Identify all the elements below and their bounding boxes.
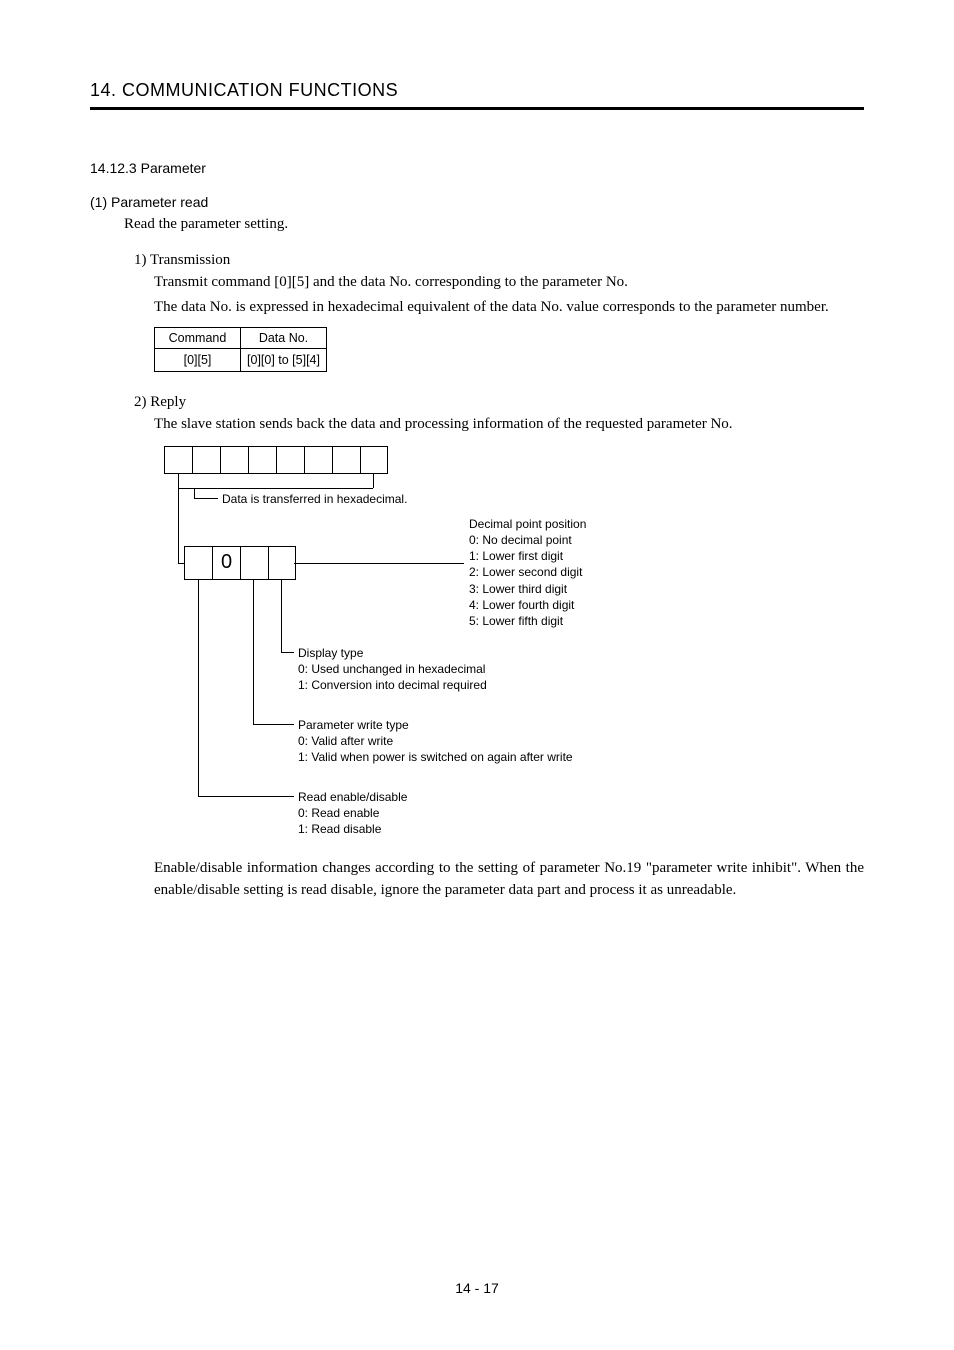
transmission-p1: Transmit command [0][5] and the data No.… — [154, 272, 864, 294]
page-footer: 14 - 17 — [0, 1280, 954, 1296]
intro-text: Read the parameter setting. — [124, 214, 864, 236]
display-title: Display type — [298, 646, 363, 660]
red-block: Read enable/disable 0: Read enable 1: Re… — [298, 789, 407, 838]
table-header-command: Command — [155, 328, 241, 349]
pwt-l1: 1: Valid when power is switched on again… — [298, 750, 573, 764]
transmission-p2: The data No. is expressed in hexadecimal… — [154, 297, 864, 319]
dpp-l3: 3: Lower third digit — [469, 582, 567, 596]
display-l0: 0: Used unchanged in hexadecimal — [298, 662, 485, 676]
data-transfer-label: Data is transferred in hexadecimal. — [222, 491, 407, 507]
diagram-cell — [276, 446, 304, 474]
closing-paragraph: Enable/disable information changes accor… — [154, 858, 864, 902]
diagram-cell — [192, 446, 220, 474]
red-l1: 1: Read disable — [298, 822, 381, 836]
dpp-l0: 0: No decimal point — [469, 533, 572, 547]
dpp-l1: 1: Lower first digit — [469, 549, 563, 563]
diagram-cell — [220, 446, 248, 474]
command-table: Command Data No. [0][5] [0][0] to [5][4] — [154, 327, 327, 372]
diagram-cell — [248, 446, 276, 474]
chapter-title: 14. COMMUNICATION FUNCTIONS — [90, 80, 864, 110]
reply-p1: The slave station sends back the data an… — [154, 414, 864, 436]
display-l1: 1: Conversion into decimal required — [298, 678, 487, 692]
section-heading: 14.12.3 Parameter — [90, 160, 864, 176]
dpp-l2: 2: Lower second digit — [469, 565, 582, 579]
table-header-datano: Data No. — [241, 328, 327, 349]
reply-diagram: Data is transferred in hexadecimal. 0 De… — [154, 446, 864, 836]
table-cell-datano: [0][0] to [5][4] — [241, 349, 327, 372]
dpp-l4: 4: Lower fourth digit — [469, 598, 574, 612]
dpp-l5: 5: Lower fifth digit — [469, 614, 563, 628]
diagram-bigcell: 0 — [212, 546, 240, 580]
reply-title: 2) Reply — [134, 392, 864, 414]
dpp-block: Decimal point position 0: No decimal poi… — [469, 516, 586, 629]
red-l0: 0: Read enable — [298, 806, 379, 820]
subsection-title: (1) Parameter read — [90, 194, 864, 210]
diagram-cell — [332, 446, 360, 474]
diagram-cell — [304, 446, 332, 474]
display-block: Display type 0: Used unchanged in hexade… — [298, 645, 487, 694]
diagram-cell — [360, 446, 388, 474]
transmission-title: 1) Transmission — [134, 250, 864, 272]
dpp-title: Decimal point position — [469, 517, 586, 531]
pwt-l0: 0: Valid after write — [298, 734, 393, 748]
table-cell-command: [0][5] — [155, 349, 241, 372]
pwt-title: Parameter write type — [298, 718, 409, 732]
red-title: Read enable/disable — [298, 790, 407, 804]
pwt-block: Parameter write type 0: Valid after writ… — [298, 717, 573, 766]
diagram-bigcell — [268, 546, 296, 580]
diagram-bigcell — [184, 546, 212, 580]
diagram-cell — [164, 446, 192, 474]
diagram-bigcell — [240, 546, 268, 580]
